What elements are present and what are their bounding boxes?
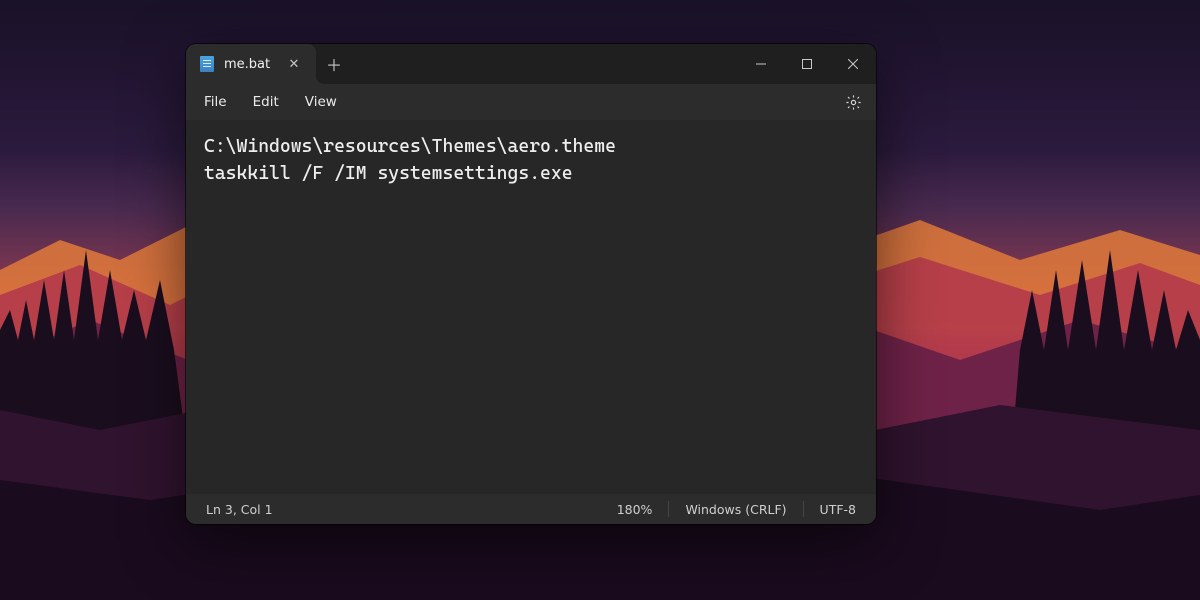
menu-file[interactable]: File [192, 89, 239, 115]
status-encoding[interactable]: UTF-8 [804, 494, 872, 524]
maximize-icon [802, 59, 812, 69]
status-zoom[interactable]: 180% [601, 494, 669, 524]
status-cursor-position[interactable]: Ln 3, Col 1 [190, 494, 289, 524]
window-controls [738, 44, 876, 84]
text-editor[interactable]: C:\Windows\resources\Themes\aero.theme t… [186, 120, 876, 494]
menubar: File Edit View [186, 84, 876, 120]
menu-view[interactable]: View [293, 89, 349, 115]
text-file-icon [200, 56, 214, 72]
minimize-button[interactable] [738, 44, 784, 84]
close-button[interactable] [830, 44, 876, 84]
statusbar: Ln 3, Col 1 180% Windows (CRLF) UTF-8 [186, 494, 876, 524]
status-line-ending[interactable]: Windows (CRLF) [669, 494, 802, 524]
plus-icon: ＋ [326, 52, 342, 76]
menu-edit[interactable]: Edit [241, 89, 291, 115]
settings-button[interactable] [836, 87, 870, 117]
tab-title: me.bat [224, 57, 272, 72]
maximize-button[interactable] [784, 44, 830, 84]
minimize-icon [756, 59, 766, 69]
titlebar-drag-region[interactable] [352, 44, 738, 84]
gear-icon [845, 94, 862, 111]
tab-active[interactable]: me.bat ✕ [186, 44, 316, 84]
tab-close-button[interactable]: ✕ [282, 52, 306, 76]
titlebar[interactable]: me.bat ✕ ＋ [186, 44, 876, 84]
close-icon [848, 59, 858, 69]
notepad-window: me.bat ✕ ＋ File Edit View [186, 44, 876, 524]
